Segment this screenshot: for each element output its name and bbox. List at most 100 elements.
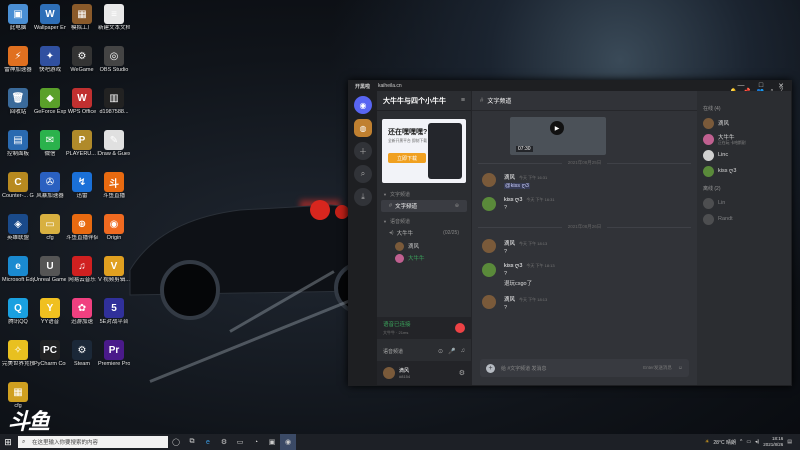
member-item[interactable]: kiss ღ3	[703, 163, 785, 179]
desktop-icon[interactable]: ▥ d1987588...	[98, 88, 130, 116]
member-item[interactable]: Randt	[703, 211, 785, 227]
file-explorer-icon[interactable]: ▭	[232, 434, 248, 450]
message-composer[interactable]: + 给 #文字频道 发消息 Enter发送消息 ☺	[480, 359, 689, 377]
desktop-icon[interactable]: ≡ 新建文本文档	[98, 4, 130, 32]
desktop-icon[interactable]: ◎ OBS Studio	[98, 46, 130, 74]
channel-voice[interactable]: ◂) 大牛牛 (02/25)	[381, 227, 467, 239]
desktop-icon[interactable]: ✎ Draw & Guess	[98, 130, 130, 158]
avatar	[703, 197, 714, 209]
desktop-icon[interactable]: VV 视频剪辑...	[98, 256, 130, 284]
task-view-button-icon[interactable]: ⧉	[184, 434, 200, 450]
home-icon[interactable]: ◉	[354, 96, 372, 114]
desktop-icon[interactable]: UUnreal Gamers...	[34, 256, 66, 284]
avatar[interactable]	[482, 197, 496, 211]
clock-app-icon[interactable]: ◔	[248, 434, 264, 450]
desktop-icon[interactable]: ◆GeForce Experience	[34, 88, 66, 116]
text-category[interactable]: ▼ 文字频道	[377, 189, 471, 199]
add-member-icon[interactable]: ⊕	[455, 203, 459, 209]
add-server-icon[interactable]: ＋	[354, 142, 372, 160]
disconnect-button[interactable]	[455, 323, 465, 333]
desktop-icon[interactable]: ▦ 模拟工厂	[66, 4, 98, 32]
desktop-icon[interactable]: ◉ Origin	[98, 214, 130, 242]
channel-label: 文字频道	[395, 204, 418, 210]
member-item[interactable]: Lin	[703, 195, 785, 211]
edge-icon[interactable]: e	[200, 434, 216, 450]
game-app-icon[interactable]: ▣	[264, 434, 280, 450]
voice-user[interactable]: 滴风	[377, 240, 471, 252]
message-author[interactable]: kiss ღ3	[504, 197, 522, 203]
weather-icon: ☀	[704, 439, 710, 445]
desktop-icon[interactable]: ▣ 此电脑	[2, 4, 34, 32]
promo-download-button[interactable]: 立即下载	[388, 153, 426, 163]
attach-plus-icon[interactable]: +	[486, 363, 495, 373]
avatar[interactable]	[482, 295, 496, 309]
desktop-icon[interactable]: ↯ 迅雷	[66, 172, 98, 200]
desktop-icon[interactable]: ⚙ Steam	[66, 340, 98, 368]
desktop-icon[interactable]: ⚙ WeGame	[66, 46, 98, 74]
desktop-icon[interactable]: ⊕ 斗鱼直播伴侣	[66, 214, 98, 242]
desktop-icon[interactable]: ✇ 风暴加速器	[34, 172, 66, 200]
message-list[interactable]: ▶ 07:30 2021年08月25日 滴风 今天 下午 16:31 @kiss …	[472, 111, 697, 355]
desktop-icon[interactable]: Q 腾讯QQ	[2, 298, 34, 326]
menu-icon[interactable]: ≡	[461, 97, 465, 104]
tray-arrow-icon[interactable]: ^	[740, 439, 742, 445]
desktop-icon[interactable]: ◈ 英雄联盟	[2, 214, 34, 242]
windows-start-icon[interactable]: ⊞	[0, 434, 16, 450]
avatar[interactable]	[383, 367, 395, 379]
voice-category[interactable]: ▼ 语音频道	[377, 216, 471, 226]
screen-share-icon[interactable]: ⊙	[438, 348, 443, 355]
member-item[interactable]: 大牛牛 正在玩 卡哈斯耐	[703, 131, 785, 147]
emoji-icon[interactable]: ☺	[678, 365, 683, 371]
channel-text[interactable]: # 文字频道 ⊕	[381, 200, 467, 212]
server-avatar[interactable]: ◍	[354, 119, 372, 137]
play-icon[interactable]: ▶	[550, 121, 564, 135]
desktop-icon[interactable]: 🗑 回收站	[2, 88, 34, 116]
message-author[interactable]: 滴风	[504, 297, 515, 303]
desktop-icon[interactable]: ⚡ 雷神加速器	[2, 46, 34, 74]
desktop-icon[interactable]: ✦ 快吧游戏	[34, 46, 66, 74]
discover-icon[interactable]: ⌕	[354, 165, 372, 183]
voice-user[interactable]: 大牛牛	[377, 252, 471, 264]
desktop-icon[interactable]: W WPS Office	[66, 88, 98, 116]
desktop-icon[interactable]: PPLAYERU... BATTLEGR...	[66, 130, 98, 158]
desktop-icon[interactable]: Pr Premiere Pro	[98, 340, 130, 368]
network-icon[interactable]: ▭	[746, 439, 751, 445]
avatar[interactable]	[482, 239, 496, 253]
kaiheila-taskbar-icon[interactable]: ◉	[280, 434, 296, 450]
desktop-icon[interactable]: eMicrosoft Edge	[2, 256, 34, 284]
message-author[interactable]: 滴风	[504, 175, 515, 181]
member-name: 大牛牛	[718, 134, 735, 141]
clock[interactable]: 18:16 2021/8/26	[763, 436, 783, 448]
download-icon[interactable]: ⤓	[354, 188, 372, 206]
settings-gear-icon[interactable]: ⚙	[459, 369, 465, 377]
avatar[interactable]	[482, 173, 496, 187]
desktop-icon[interactable]: ▤ 控制面板	[2, 130, 34, 158]
notification-icon[interactable]: ▤	[787, 439, 792, 445]
taskbar-search[interactable]: ⌕ 在这里输入你要搜索的内容	[18, 436, 168, 448]
desktop-icon[interactable]: ♫ 网易云音乐	[66, 256, 98, 284]
desktop-icon-label: 斗鱼直播	[102, 193, 125, 199]
headphones-icon[interactable]: ♫	[461, 348, 466, 354]
desktop-icon[interactable]: ✉ 微信	[34, 130, 66, 158]
server-header[interactable]: 大牛牛与四个小牛牛 ≡	[377, 91, 471, 111]
task-view-icon[interactable]: ◯	[168, 434, 184, 450]
microphone-icon[interactable]: 🎤	[448, 348, 455, 355]
desktop-icon[interactable]: WWallpaper Engine:...	[34, 4, 66, 32]
desktop-icon[interactable]: PCPyCharm Communit...	[34, 340, 66, 368]
desktop-icon[interactable]: Y YY语音	[34, 298, 66, 326]
avatar[interactable]	[482, 263, 496, 277]
desktop-icon[interactable]: ▭ cfg	[34, 214, 66, 242]
desktop-icon[interactable]: ✿ 迅游加速	[66, 298, 98, 326]
desktop-icon[interactable]: 斗斗鱼直播	[98, 172, 130, 200]
volume-icon[interactable]: ◂)	[755, 439, 759, 445]
desktop-icon[interactable]: CCounter-... Global Off...	[2, 172, 34, 200]
message-author[interactable]: kiss ღ3	[504, 263, 522, 269]
member-item[interactable]: Linc	[703, 147, 785, 163]
desktop-icon[interactable]: ✧完美世界竞技平台	[2, 340, 34, 368]
video-attachment[interactable]: ▶ 07:30	[510, 117, 606, 155]
steam-icon[interactable]: ⚙	[216, 434, 232, 450]
desktop-icon[interactable]: 5 5E对战平台	[98, 298, 130, 326]
member-item[interactable]: 滴风	[703, 115, 785, 131]
message-author[interactable]: 滴风	[504, 241, 515, 247]
weather-text[interactable]: 28°C 晴朗	[713, 439, 736, 446]
